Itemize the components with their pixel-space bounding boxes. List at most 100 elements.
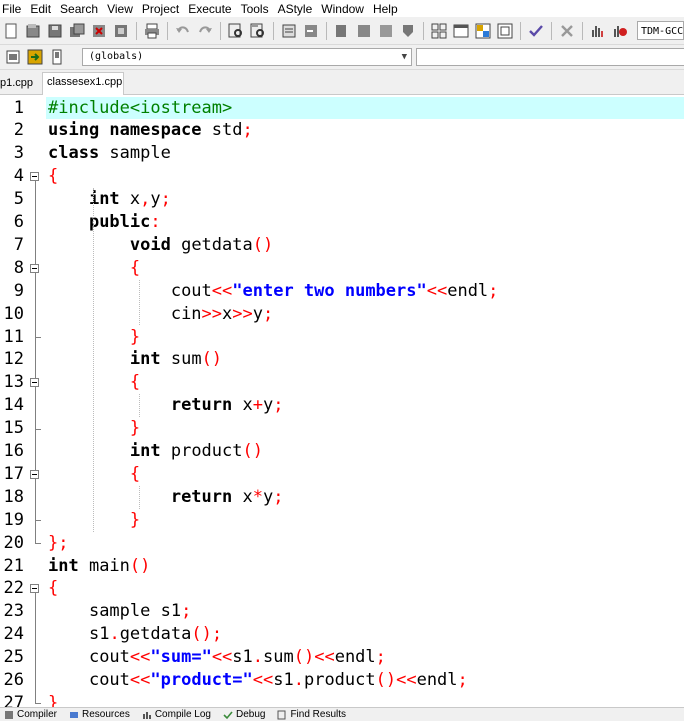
new-file-icon[interactable]	[3, 23, 19, 39]
fold-toggle-icon[interactable]	[30, 378, 39, 388]
next-bookmark-icon[interactable]	[378, 23, 394, 39]
code-line[interactable]: cin>>x>>y;	[48, 303, 684, 326]
open-file-icon[interactable]	[25, 23, 41, 39]
scope-select[interactable]: (globals) ▼	[82, 48, 412, 66]
menu-edit[interactable]: Edit	[24, 2, 56, 16]
code-line[interactable]: cout<<"enter two numbers"<<endl;	[48, 280, 684, 303]
code-token: x	[242, 395, 253, 416]
save-icon[interactable]	[47, 23, 63, 39]
rebuild-all-icon[interactable]	[497, 23, 513, 39]
code-line[interactable]: }	[48, 509, 684, 532]
code-line[interactable]: {	[48, 577, 684, 600]
code-token: product	[170, 441, 243, 461]
code-token: sum	[170, 349, 202, 370]
menu-file[interactable]: File	[0, 2, 26, 16]
tab-classesex1-cpp[interactable]: classesex1.cpp	[42, 72, 124, 95]
tab-find-results[interactable]: Find Results	[273, 709, 346, 720]
redo-icon[interactable]	[197, 23, 213, 39]
tab-resources[interactable]: Resources	[65, 709, 130, 720]
menu-view[interactable]: View	[101, 2, 138, 16]
close-all-icon[interactable]	[113, 23, 129, 39]
menu-help[interactable]: Help	[367, 2, 403, 16]
tab-debug[interactable]: Debug	[219, 709, 265, 720]
compile-icon[interactable]	[431, 23, 447, 39]
current-code-line[interactable]: #include<iostream>	[46, 96, 684, 120]
fold-toggle-icon[interactable]	[30, 584, 39, 594]
fold-toggle-icon[interactable]	[30, 469, 39, 479]
line-number: 26	[3, 670, 24, 690]
previous-bookmark-icon[interactable]	[356, 23, 372, 39]
menu-tools[interactable]: Tools	[235, 2, 274, 16]
code-token: ()	[129, 555, 151, 576]
compiler-select[interactable]: TDM-GCC	[637, 21, 684, 40]
menu-project[interactable]: Project	[136, 2, 184, 16]
code-line[interactable]: {	[48, 257, 684, 280]
indent-guide	[139, 485, 140, 509]
toggle-comment-icon[interactable]	[27, 49, 43, 65]
code-line[interactable]: return x+y;	[48, 394, 684, 417]
fold-toggle-icon[interactable]	[30, 172, 39, 182]
toggle-bookmark-icon[interactable]	[334, 23, 350, 39]
menu-search[interactable]: Search	[54, 2, 103, 16]
code-line[interactable]: return x*y;	[48, 486, 684, 509]
toolbar-separator	[220, 21, 221, 40]
menu-execute[interactable]: Execute	[182, 2, 236, 16]
menu-astyle[interactable]: AStyle	[272, 2, 318, 16]
tab-compile-log[interactable]: Compile Log	[138, 709, 211, 720]
replace-icon[interactable]	[250, 23, 266, 39]
resources-icon	[70, 711, 79, 718]
stop-execution-icon[interactable]	[559, 23, 575, 39]
save-all-icon[interactable]	[69, 23, 85, 39]
indent-guide	[139, 279, 140, 326]
code-editor[interactable]: 1 2 3 4 5 6 7 8 9 10 11 12 13 14 15 16 17 18 19 20 21 22 23 24 2…	[0, 95, 684, 707]
code-token: s1	[232, 647, 253, 668]
code-token: ();	[191, 624, 223, 645]
code-token: <<	[426, 280, 448, 301]
indent-icon[interactable]	[303, 23, 319, 39]
code-line[interactable]: using namespace std;	[48, 119, 684, 142]
fold-toggle-icon[interactable]	[30, 263, 39, 273]
insert-icon[interactable]	[5, 49, 21, 65]
member-select[interactable]	[416, 48, 684, 66]
code-line[interactable]: void getdata()	[48, 234, 684, 257]
line-number: 16	[3, 441, 24, 461]
code-line[interactable]: {	[48, 165, 684, 188]
code-token: "sum="	[150, 647, 212, 668]
project-options-icon[interactable]	[49, 49, 65, 65]
find-icon[interactable]	[228, 23, 244, 39]
code-line[interactable]: }	[48, 417, 684, 440]
code-line[interactable]: cout<<"product="<<s1.product()<<endl;	[48, 669, 684, 692]
compile-run-icon[interactable]	[475, 23, 491, 39]
code-line[interactable]: public:	[48, 211, 684, 234]
goto-line-icon[interactable]	[281, 23, 297, 39]
run-icon[interactable]	[453, 23, 469, 39]
code-line[interactable]: };	[48, 532, 684, 555]
menu-window[interactable]: Window	[315, 2, 369, 16]
undo-icon[interactable]	[175, 23, 191, 39]
code-token: x	[129, 189, 141, 210]
code-line[interactable]: }	[48, 326, 684, 349]
shield-icon[interactable]	[400, 23, 416, 39]
toolbar-separator	[273, 21, 274, 40]
code-line[interactable]: {	[48, 371, 684, 394]
code-line[interactable]: class sample	[48, 142, 684, 165]
code-token: public	[88, 212, 151, 232]
tab-p1-cpp[interactable]: p1.cpp	[0, 74, 40, 94]
close-file-icon[interactable]	[91, 23, 107, 39]
syntax-check-icon[interactable]	[528, 23, 544, 39]
code-line[interactable]: cout<<"sum="<<s1.sum()<<endl;	[48, 646, 684, 669]
print-icon[interactable]	[144, 23, 160, 39]
code-line[interactable]: int product()	[48, 440, 684, 463]
code-line[interactable]: int x,y;	[48, 188, 684, 211]
code-line[interactable]: {	[48, 463, 684, 486]
code-line[interactable]: }	[48, 692, 684, 707]
delete-profile-icon[interactable]	[612, 23, 628, 39]
code-line[interactable]: int main()	[48, 555, 684, 578]
fold-line	[35, 478, 36, 521]
code-line[interactable]: s1.getdata();	[48, 623, 684, 646]
profile-icon[interactable]	[590, 23, 606, 39]
code-line[interactable]: int sum()	[48, 348, 684, 371]
code-line[interactable]: sample s1;	[48, 600, 684, 623]
tab-compiler[interactable]: Compiler	[0, 709, 57, 720]
